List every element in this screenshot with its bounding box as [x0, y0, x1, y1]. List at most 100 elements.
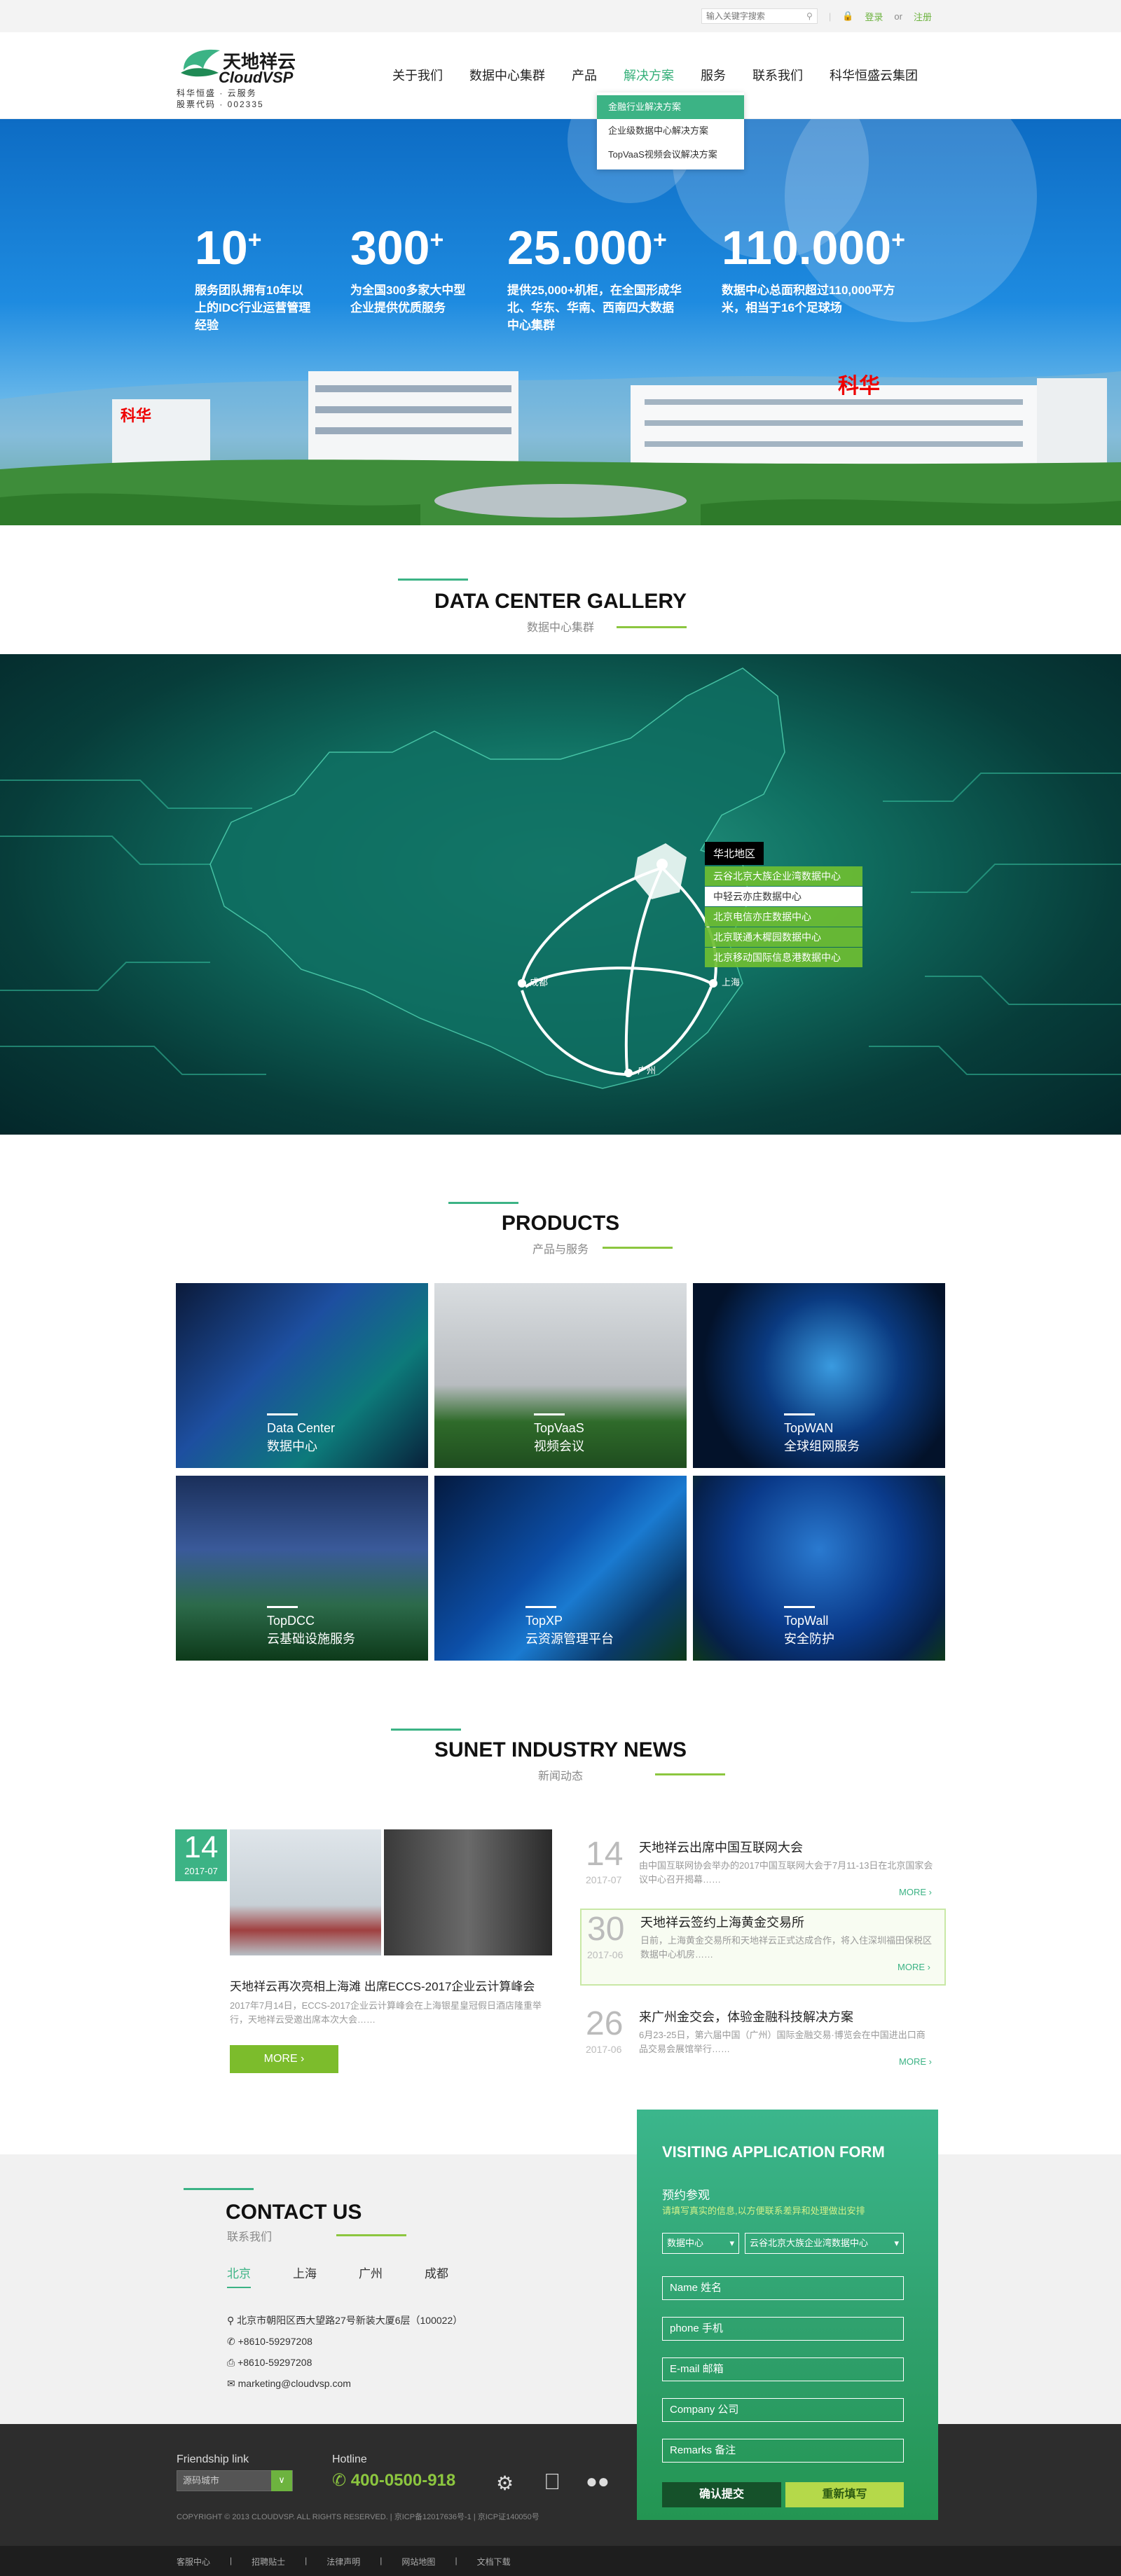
contact-email[interactable]: marketing@cloudvsp.com — [238, 2378, 351, 2389]
contact-subtitle: 联系我们 — [227, 2231, 273, 2243]
form-subtitle: 预约参观 — [662, 2189, 710, 2202]
phone-field[interactable]: phone 手机 — [662, 2317, 904, 2341]
product-en: TopWall — [784, 1614, 829, 1628]
news-title[interactable]: 来广州金交会，体验金融科技解决方案 — [639, 2007, 853, 2026]
more-label: MORE — [263, 2053, 298, 2065]
hero-sign-right: 科华 — [838, 375, 880, 398]
chevron-down-icon: ▾ — [894, 2238, 899, 2248]
product-cn: 数据中心 — [267, 1439, 317, 1453]
search-box[interactable]: ⚲ — [701, 8, 818, 24]
title-deco-right — [336, 2234, 406, 2236]
city-tab-shanghai[interactable]: 上海 — [293, 2264, 317, 2288]
more-label: MORE — [899, 1887, 927, 1897]
product-card-topdcc[interactable]: TopDCC 云基础设施服务 — [176, 1476, 428, 1661]
stat-desc: 数据中心总面积超过110,000平方米，相当于16个足球场 — [722, 284, 895, 314]
register-link[interactable]: 注册 — [914, 10, 932, 23]
news-ym: 2017-06 — [586, 2044, 622, 2055]
product-card-topvaas[interactable]: TopVaaS 视频会议 — [434, 1283, 687, 1468]
remarks-field[interactable]: Remarks 备注 — [662, 2439, 904, 2463]
nav-item-group[interactable]: 科华恒盛云集团 — [830, 66, 918, 84]
chevron-down-icon[interactable]: ∨ — [271, 2470, 292, 2491]
product-card-topwan[interactable]: TopWAN 全球组网服务 — [693, 1283, 945, 1468]
stat-sup: + — [891, 226, 905, 254]
news-more-link[interactable]: MORE › — [898, 1962, 930, 1972]
nav-item-solutions[interactable]: 解决方案 — [624, 66, 674, 84]
region-item[interactable]: 北京电信亦庄数据中心 — [705, 907, 862, 927]
search-input[interactable] — [706, 11, 807, 21]
search-icon[interactable]: ⚲ — [806, 11, 813, 21]
product-card-topwall[interactable]: TopWall 安全防护 — [693, 1476, 945, 1661]
footer-link[interactable]: 网站地图 — [401, 2556, 435, 2568]
center-select[interactable]: 云谷北京大族企业湾数据中心 ▾ — [745, 2233, 904, 2254]
city-guangzhou[interactable]: 广州 — [638, 1063, 656, 1076]
type-select[interactable]: 数据中心 ▾ — [662, 2233, 739, 2254]
city-shanghai[interactable]: 上海 — [722, 975, 740, 988]
feature-date-badge: 14 2017-07 — [175, 1829, 227, 1881]
nav-item-about[interactable]: 关于我们 — [392, 66, 443, 84]
title-deco-right — [617, 626, 687, 628]
company-field[interactable]: Company 公司 — [662, 2398, 904, 2422]
products-title: PRODUCTS — [501, 1212, 620, 1235]
friendship-select[interactable]: 源码城市 ∨ — [177, 2470, 293, 2491]
products-subtitle: 产品与服务 — [532, 1244, 589, 1256]
footer-link[interactable]: 文档下载 — [477, 2556, 511, 2568]
dropdown-item-finance[interactable]: 金融行业解决方案 — [597, 95, 744, 119]
email-field[interactable]: E-mail 邮箱 — [662, 2357, 904, 2381]
region-item[interactable]: 云谷北京大族企业湾数据中心 — [705, 866, 862, 886]
nav-item-contact[interactable]: 联系我们 — [752, 66, 803, 84]
login-link[interactable]: 登录 — [865, 10, 883, 23]
dropdown-item-topvaas[interactable]: TopVaaS视频会议解决方案 — [597, 143, 744, 167]
dropdown-item-enterprise[interactable]: 企业级数据中心解决方案 — [597, 119, 744, 143]
city-tab-chengdu[interactable]: 成都 — [425, 2264, 448, 2288]
nav-item-products[interactable]: 产品 — [572, 66, 597, 84]
footer-link[interactable]: 法律声明 — [326, 2556, 360, 2568]
contact-info: ⚲ 北京市朝阳区西大望路27号新装大厦6层（100022） ✆ +8610-59… — [227, 2310, 462, 2394]
logo-brand: CloudVSP — [219, 69, 294, 86]
city-chengdu[interactable]: 成都 — [530, 975, 548, 988]
feature-more-button[interactable]: MORE › — [230, 2045, 338, 2073]
logo[interactable]: 天地祥云 CloudVSP 科华恒盛 · 云服务 股票代码 · 002335 — [177, 45, 310, 109]
footer-link[interactable]: 客服中心 — [177, 2556, 210, 2568]
news-item[interactable]: 30 2017-06 天地祥云签约上海黄金交易所 日前，上海黄金交易所和天地祥云… — [580, 1909, 946, 1986]
region-item[interactable]: 北京联通木樨园数据中心 — [705, 927, 862, 947]
nav-item-service[interactable]: 服务 — [701, 66, 726, 84]
footer-link[interactable]: 招聘贴士 — [252, 2556, 285, 2568]
wechat-icon[interactable]: ●● — [586, 2470, 610, 2493]
news-item[interactable]: 14 2017-07 天地祥云出席中国互联网大会 由中国互联网协会举办的2017… — [580, 1835, 946, 1912]
feature-title[interactable]: 天地祥云再次亮相上海滩 出席ECCS-2017企业云计算峰会 — [230, 1976, 552, 1994]
hero-stat-3: 25.000+ 提供25,000+机柜，在全国形成华北、华东、华南、西南四大数据… — [507, 224, 682, 334]
region-item[interactable]: 北京移动国际信息港数据中心 — [705, 948, 862, 967]
reset-button[interactable]: 重新填写 — [785, 2482, 904, 2507]
title-deco-left — [391, 1729, 461, 1731]
logo-line1: 科华恒盛 · 云服务 — [177, 88, 257, 98]
region-item[interactable]: 中轻云亦庄数据中心 — [705, 887, 862, 906]
stat-sup: + — [429, 226, 444, 254]
hero-stat-4: 110.000+ 数据中心总面积超过110,000平方米，相当于16个足球场 — [722, 224, 918, 317]
contact-city-tabs: 北京 上海 广州 成都 — [227, 2264, 448, 2288]
name-field[interactable]: Name 姓名 — [662, 2276, 904, 2300]
news-title[interactable]: 天地祥云签约上海黄金交易所 — [640, 1913, 804, 1931]
product-en: Data Center — [267, 1421, 336, 1435]
feature-summary: 2017年7月14日，ECCS-2017企业云计算峰会在上海银星皇冠假日酒店隆重… — [230, 2000, 542, 2025]
news-more-link[interactable]: MORE › — [899, 2056, 932, 2067]
city-tab-guangzhou[interactable]: 广州 — [359, 2264, 383, 2288]
stat-sup: + — [247, 226, 262, 254]
news-item[interactable]: 26 2017-06 来广州金交会，体验金融科技解决方案 6月23-25日，第六… — [580, 2004, 946, 2082]
product-card-datacenter[interactable]: Data Center 数据中心 — [176, 1283, 428, 1468]
news-title[interactable]: 天地祥云出席中国互联网大会 — [639, 1838, 803, 1856]
hotline-value: 400-0500-918 — [350, 2471, 456, 2490]
apple-icon[interactable]:  — [544, 2469, 560, 2495]
nav-item-datacenter[interactable]: 数据中心集群 — [469, 66, 545, 84]
form-hint: 请填写真实的信息,以方便联系差异和处理做出安排 — [662, 2205, 865, 2216]
type-select-value: 数据中心 — [667, 2238, 704, 2248]
more-label: MORE — [898, 1962, 926, 1972]
product-card-topxp[interactable]: TopXP 云资源管理平台 — [434, 1476, 687, 1661]
android-icon[interactable]: ⚙ — [496, 2472, 514, 2495]
title-deco-left — [184, 2188, 254, 2190]
feature-ym: 2017-07 — [184, 1866, 218, 1876]
region-title: 华北地区 — [705, 842, 764, 865]
hotline-number: ✆ 400-0500-918 — [332, 2470, 455, 2491]
city-tab-beijing[interactable]: 北京 — [227, 2264, 251, 2288]
submit-button[interactable]: 确认提交 — [662, 2482, 781, 2507]
news-more-link[interactable]: MORE › — [899, 1887, 932, 1897]
